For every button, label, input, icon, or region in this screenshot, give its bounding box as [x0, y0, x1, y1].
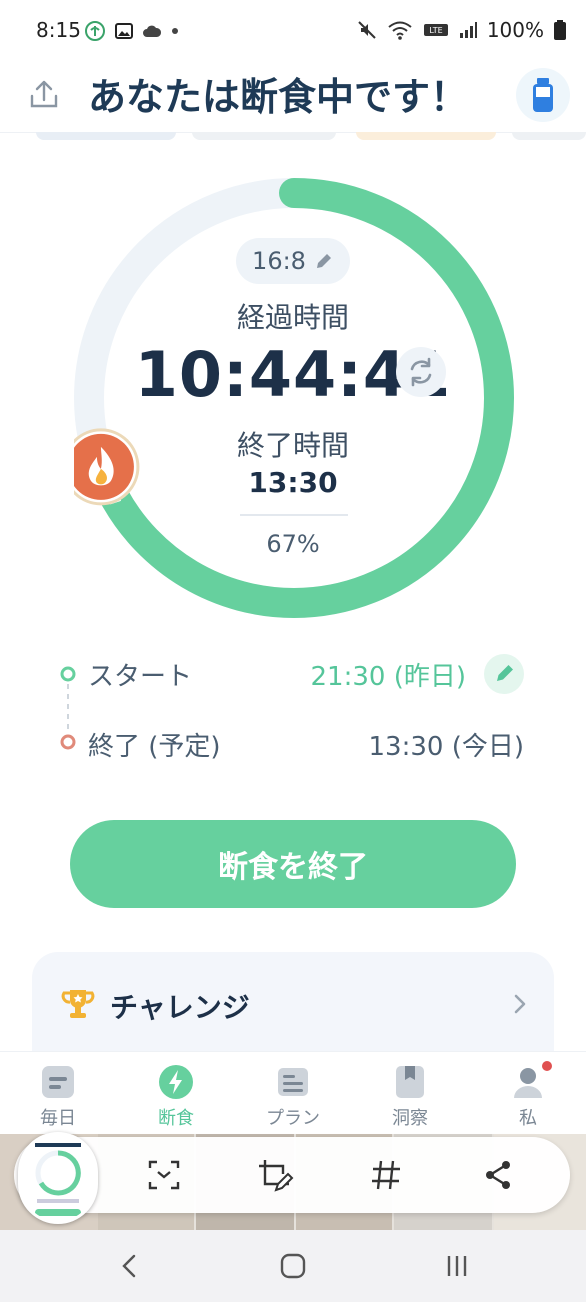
elapsed-time: 10:44:41 — [134, 338, 452, 411]
summary-tile[interactable] — [36, 132, 176, 140]
lightning-icon — [159, 1065, 193, 1099]
summary-tile[interactable] — [512, 132, 586, 140]
battery-percent: 100% — [486, 18, 544, 42]
summary-tile[interactable] — [192, 132, 336, 140]
elapsed-label: 経過時間 — [236, 301, 349, 334]
plan-pill[interactable]: 16:8 — [236, 238, 350, 284]
volte-icon: LTE — [423, 24, 448, 36]
end-time-value: 13:30 — [248, 466, 338, 499]
crop-edit-icon[interactable] — [256, 1157, 294, 1195]
gallery-icon — [115, 23, 133, 39]
chevron-right-icon[interactable] — [508, 990, 532, 1018]
dot-icon — [172, 28, 178, 34]
share-icon — [30, 80, 58, 108]
screenshot-preview — [21, 1135, 95, 1221]
app-header: あなたは断食中です！ — [0, 62, 586, 133]
hashtag-icon[interactable] — [368, 1157, 404, 1193]
recents-icon[interactable] — [443, 1252, 471, 1280]
challenge-title: チャレンジ — [110, 991, 250, 1024]
daily-icon — [42, 1066, 74, 1098]
cloud-icon — [143, 25, 162, 37]
refresh-icon — [410, 357, 432, 387]
app-notification-icon — [85, 21, 105, 41]
scan-icon[interactable] — [146, 1157, 182, 1193]
share-node-icon[interactable] — [480, 1157, 516, 1193]
nav-daily[interactable]: 毎日 — [8, 1052, 108, 1134]
progress-percent: 67% — [266, 530, 320, 558]
end-time-label: 終了時間 — [236, 429, 349, 462]
bottom-nav: 毎日 断食 プラン 洞察 私 — [0, 1052, 586, 1134]
divider — [240, 514, 348, 516]
notification-icons — [84, 20, 180, 42]
end-value: 13:30 (今日) — [368, 732, 524, 762]
nav-label-plan: プラン — [266, 1108, 320, 1129]
end-fast-button[interactable]: 断食を終了 — [70, 820, 516, 908]
svg-text:LTE: LTE — [429, 26, 442, 35]
battery-icon — [554, 20, 566, 40]
page-title: あなたは断食中です！ — [88, 75, 469, 119]
nav-insights[interactable]: 洞察 — [360, 1052, 460, 1134]
pencil-icon — [497, 665, 513, 681]
plan-label: 16:8 — [252, 247, 306, 275]
status-bar: 8:15 LTE 100% — [0, 0, 586, 62]
nav-label-fasting: 断食 — [158, 1108, 194, 1129]
trophy-icon — [61, 990, 95, 1018]
nav-fasting[interactable]: 断食 — [126, 1052, 226, 1134]
timeline-connector — [60, 666, 76, 750]
summary-tile[interactable] — [356, 132, 496, 140]
start-label: スタート — [88, 662, 193, 692]
system-navigation — [0, 1230, 586, 1302]
signal-icon — [459, 22, 477, 38]
water-bottle-icon — [533, 78, 553, 112]
nav-plan[interactable]: プラン — [243, 1052, 343, 1134]
notification-dot — [542, 1061, 552, 1071]
back-icon[interactable] — [116, 1252, 144, 1280]
start-value: 21:30 (昨日) — [310, 662, 466, 692]
system-status-icons: LTE 100% — [357, 18, 566, 42]
plan-icon — [278, 1068, 308, 1096]
end-label: 終了 (予定) — [88, 732, 221, 762]
pencil-icon — [316, 254, 331, 268]
bookmark-icon — [396, 1066, 424, 1098]
nav-label-insights: 洞察 — [392, 1108, 428, 1129]
nav-label-me: 私 — [519, 1108, 537, 1129]
refresh-button[interactable] — [396, 347, 446, 397]
wifi-icon — [388, 21, 412, 40]
screenshot-thumbnail[interactable] — [18, 1132, 98, 1224]
mute-icon — [358, 21, 376, 39]
nav-me[interactable]: 私 — [478, 1052, 578, 1134]
home-icon[interactable] — [279, 1252, 307, 1280]
status-time: 8:15 — [36, 18, 81, 42]
water-button[interactable] — [516, 68, 570, 122]
edit-start-button[interactable] — [484, 654, 524, 694]
nav-label-daily: 毎日 — [40, 1108, 76, 1129]
share-button[interactable] — [24, 74, 64, 114]
